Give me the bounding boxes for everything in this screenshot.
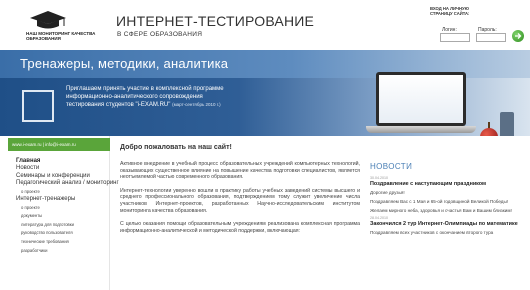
sidebar-subitem-developers[interactable]: разработчики (16, 247, 108, 256)
login-submit-button[interactable] (512, 30, 524, 42)
news-title-link[interactable]: Закончился 2 тур Интернет-Олимпиады по м… (370, 221, 522, 227)
news-text: Желаем мирного неба, здоровья и счастья … (370, 207, 512, 213)
left-sidebar: www.i-exam.ru | info@i-exam.ru Главная Н… (8, 136, 119, 290)
apple-icon (480, 128, 498, 136)
logo-text: НАШ МОНИТОРИНГ КАЧЕСТВА ОБРАЗОВАНИЯ (26, 31, 96, 41)
promo-banner[interactable]: Тренажеры, методики, аналитика Приглашае… (0, 50, 530, 136)
sidebar-subitem-literature[interactable]: литература для подготовки (16, 221, 108, 230)
news-text: Дорогие друзья! (370, 189, 405, 195)
news-text: Поздравляем Вас с 1 Мая и 65-ой годовщин… (370, 198, 509, 204)
intro-paragraph: Интернет-технологии уверенно вошли в пра… (120, 187, 360, 214)
news-heading: НОВОСТИ (370, 162, 413, 171)
login-input[interactable] (440, 33, 470, 42)
site-subtitle: В СФЕРЕ ОБРАЗОВАНИЯ (117, 31, 203, 38)
login-form: ВХОД НА ЛИЧНУЮ СТРАНИЦУ САЙТА: Логин: Па… (430, 6, 526, 44)
sidebar-subitem-documents[interactable]: документы (16, 212, 108, 221)
site-logo[interactable]: НАШ МОНИТОРИНГ КАЧЕСТВА ОБРАЗОВАНИЯ (20, 8, 108, 44)
arrow-right-icon (515, 33, 522, 39)
login-caption: ВХОД НА ЛИЧНУЮ СТРАНИЦУ САЙТА: (430, 6, 470, 16)
intro-paragraph: Активное внедрение в учебный процесс обр… (120, 161, 360, 181)
sidebar-contacts[interactable]: www.i-exam.ru | info@i-exam.ru (8, 138, 110, 151)
banner-text: Приглашаем принять участие в комплексной… (66, 86, 236, 110)
pen-cup-illustration (500, 112, 514, 136)
banner-headline: Тренажеры, методики, аналитика (20, 56, 229, 71)
news-text: Поздравляем всех участников с окончанием… (370, 230, 494, 236)
sidebar-item-news[interactable]: Новости (16, 165, 108, 172)
banner-square-icon (22, 90, 54, 122)
site-title: ИНТЕРНЕТ-ТЕСТИРОВАНИЕ (116, 13, 315, 29)
site-header: НАШ МОНИТОРИНГ КАЧЕСТВА ОБРАЗОВАНИЯ ИНТЕ… (0, 0, 530, 50)
main-content: Добро пожаловать на наш сайт! Активное в… (120, 144, 360, 290)
sidebar-subitem-about[interactable]: о проекте (16, 188, 108, 197)
sidebar-subitem-requirements[interactable]: технические требования (16, 238, 108, 247)
sidebar-item-trainers[interactable]: Интернет-тренажеры (16, 196, 108, 203)
banner-date: (март-сентябрь 2010 г.) (172, 102, 221, 107)
laptop-illustration (366, 72, 476, 134)
sidebar-item-main[interactable]: Главная (16, 158, 108, 165)
sidebar-subitem-manual[interactable]: руководство пользователя (16, 229, 108, 238)
sidebar-item-analysis[interactable]: Педагогический анализ / мониторинг (16, 180, 119, 187)
password-input[interactable] (476, 33, 506, 42)
sidebar-subitem-about-trainers[interactable]: о проекте (16, 204, 108, 213)
news-title-link[interactable]: Поздравление с наступающим праздником (370, 181, 522, 187)
sidebar-menu: Главная Новости Семинары и конференции П… (16, 158, 119, 256)
news-column: НОВОСТИ 30.04.2010 Поздравление с наступ… (370, 162, 522, 290)
graduation-cap-icon (30, 11, 66, 29)
intro-paragraph: С целью оказания помощи образовательным … (120, 221, 360, 234)
page-title: Добро пожаловать на наш сайт! (120, 144, 232, 151)
